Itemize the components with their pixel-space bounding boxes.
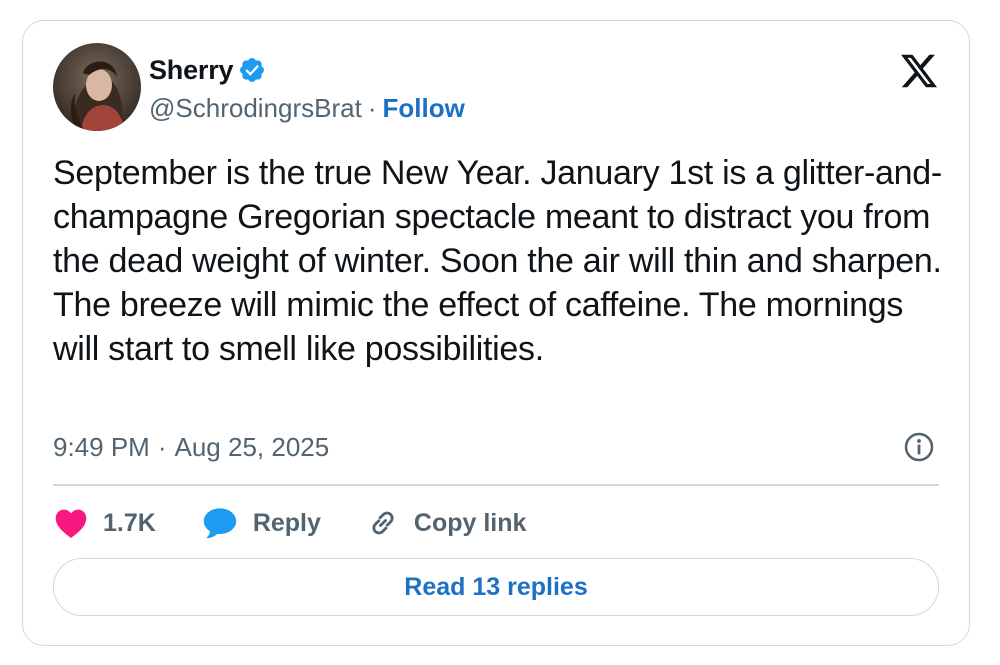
speech-bubble-icon (203, 508, 237, 539)
author-handle-row: @SchrodingrsBrat · Follow (149, 92, 465, 124)
heart-icon (55, 509, 87, 538)
verified-badge-icon (240, 58, 265, 82)
divider (53, 484, 939, 486)
tweet-embed-card: Sherry @SchrodingrsBrat · Follow Septemb… (22, 20, 970, 646)
tweet-text: September is the true New Year. January … (53, 154, 942, 368)
read-replies-button[interactable]: Read 13 replies (53, 558, 939, 616)
author-handle[interactable]: @SchrodingrsBrat (149, 93, 362, 124)
author-name[interactable]: Sherry (149, 55, 234, 86)
author-name-row: Sherry (149, 53, 266, 87)
like-button[interactable]: 1.7K (53, 507, 156, 539)
avatar-image (53, 43, 141, 131)
copy-link-button[interactable]: Copy link (366, 506, 527, 540)
follow-button[interactable]: Follow (382, 93, 464, 124)
tweet-time: 9:49 PM (53, 431, 150, 462)
info-icon[interactable] (903, 431, 935, 463)
x-logo-icon[interactable] (899, 51, 939, 91)
timestamp-separator: · (157, 431, 167, 462)
reply-label: Reply (252, 508, 321, 537)
avatar[interactable] (53, 43, 141, 131)
tweet-date: Aug 25, 2025 (174, 431, 330, 462)
copy-link-label: Copy link (413, 508, 527, 537)
action-bar: 1.7K Reply Copy link (53, 503, 571, 543)
handle-separator: · (367, 92, 377, 123)
tweet-timestamp[interactable]: 9:49 PM · Aug 25, 2025 (53, 430, 329, 464)
like-count: 1.7K (103, 508, 156, 537)
link-icon (372, 511, 394, 535)
reply-button[interactable]: Reply (201, 506, 321, 540)
